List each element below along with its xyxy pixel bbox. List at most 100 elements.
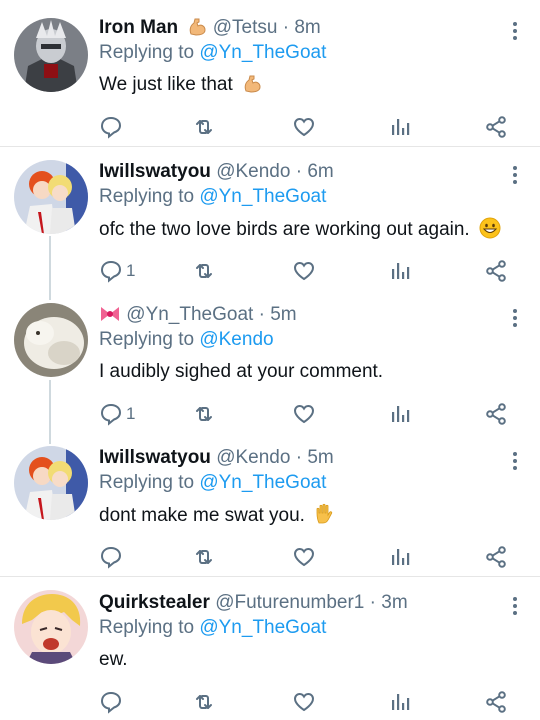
retweet-icon — [196, 264, 212, 278]
user-handle[interactable]: @Kendo — [216, 447, 290, 468]
analytics-icon — [392, 119, 410, 135]
share-icon — [486, 691, 506, 713]
share-button[interactable] — [484, 399, 508, 429]
tweet-header: Iwillswatyou @Kendo · 5m — [99, 446, 334, 470]
tweet[interactable]: Iwillswatyou @Kendo · 6m Replying to @Yn… — [0, 154, 540, 288]
like-button[interactable] — [292, 542, 316, 572]
avatar[interactable] — [14, 446, 88, 520]
timestamp[interactable]: 5m — [307, 447, 333, 468]
timestamp[interactable]: 3m — [381, 592, 407, 613]
tweet-actions — [0, 542, 540, 572]
user-handle[interactable]: @Yn_TheGoat — [126, 304, 253, 325]
display-name[interactable]: Iwillswatyou — [99, 161, 211, 182]
tweet-header: Quirkstealer @Futurenumber1 · 3m — [99, 591, 408, 615]
replying-to-label: Replying to — [99, 42, 200, 63]
replying-to: Replying to @Yn_TheGoat — [99, 471, 326, 495]
tweet[interactable]: Iron Man @Tetsu · 8m Replying to @Yn_The… — [0, 10, 540, 144]
reply-icon — [100, 691, 122, 714]
analytics-button[interactable] — [388, 399, 412, 429]
like-button[interactable] — [292, 687, 316, 717]
timestamp[interactable]: 6m — [307, 161, 333, 182]
avatar[interactable] — [14, 590, 88, 664]
replying-to-mention[interactable]: @Yn_TheGoat — [199, 186, 326, 207]
timestamp[interactable]: 8m — [294, 17, 320, 38]
reply-button[interactable]: 1 — [99, 399, 135, 429]
reply-button[interactable] — [99, 542, 126, 572]
tweet-text-content: dont make me swat you. — [99, 505, 305, 526]
retweet-button[interactable] — [192, 256, 216, 286]
reply-button[interactable]: 1 — [99, 256, 135, 286]
retweet-button[interactable] — [192, 112, 216, 142]
more-options-icon[interactable] — [510, 595, 520, 617]
replying-to: Replying to @Yn_TheGoat — [99, 616, 326, 640]
avatar[interactable] — [14, 160, 88, 234]
analytics-button[interactable] — [388, 542, 412, 572]
tweet[interactable]: Quirkstealer @Futurenumber1 · 3m Replyin… — [0, 585, 540, 720]
replying-to: Replying to @Yn_TheGoat — [99, 41, 326, 65]
replying-to-mention[interactable]: @Yn_TheGoat — [199, 472, 326, 493]
tweet-text-content: ew. — [99, 649, 128, 670]
retweet-icon — [196, 695, 212, 709]
replying-to-mention[interactable]: @Kendo — [199, 329, 273, 350]
tweet-divider — [0, 146, 540, 147]
retweet-icon — [196, 120, 212, 134]
ribbon-icon — [99, 304, 121, 331]
retweet-button[interactable] — [192, 542, 216, 572]
tweet[interactable]: @Yn_TheGoat · 5m Replying to @Kendo I au… — [0, 297, 540, 431]
display-name[interactable]: Iwillswatyou — [99, 447, 211, 468]
separator-dot: · — [258, 304, 265, 325]
reply-button[interactable] — [99, 112, 126, 142]
tweet-text-content: I audibly sighed at your comment. — [99, 361, 384, 382]
display-name[interactable]: Iron Man — [99, 17, 178, 38]
reply-button[interactable] — [99, 687, 126, 717]
fluffy-white-animal-avatar-image — [14, 303, 88, 377]
like-button[interactable] — [292, 399, 316, 429]
retweet-button[interactable] — [192, 399, 216, 429]
user-handle[interactable]: @Tetsu — [213, 17, 278, 38]
blonde-anime-character-avatar-image — [14, 590, 88, 664]
tweet-text: I audibly sighed at your comment. — [99, 360, 383, 384]
tweet-divider — [0, 576, 540, 577]
like-icon — [293, 117, 315, 137]
avatar[interactable] — [14, 18, 88, 92]
replying-to-label: Replying to — [99, 472, 200, 493]
more-options-icon[interactable] — [510, 164, 520, 186]
tweet[interactable]: Iwillswatyou @Kendo · 5m Replying to @Yn… — [0, 440, 540, 574]
analytics-icon — [392, 406, 410, 422]
replying-to-mention[interactable]: @Yn_TheGoat — [199, 617, 326, 638]
more-options-icon[interactable] — [510, 20, 520, 42]
tweet-text-content: ofc the two love birds are working out a… — [99, 219, 470, 240]
tweet-text: We just like that — [99, 73, 262, 101]
timestamp[interactable]: 5m — [270, 304, 296, 325]
armored-figure-avatar-image — [14, 18, 88, 92]
analytics-button[interactable] — [388, 687, 412, 717]
share-icon — [486, 546, 506, 568]
more-options-icon[interactable] — [510, 450, 520, 472]
analytics-button[interactable] — [388, 112, 412, 142]
tweet-header: Iron Man @Tetsu · 8m — [99, 16, 321, 44]
share-icon — [486, 260, 506, 282]
replying-to-mention[interactable]: @Yn_TheGoat — [199, 42, 326, 63]
separator-dot: · — [295, 161, 303, 182]
user-handle[interactable]: @Kendo — [216, 161, 290, 182]
share-button[interactable] — [484, 542, 508, 572]
replying-to-label: Replying to — [99, 329, 200, 350]
retweet-button[interactable] — [192, 687, 216, 717]
analytics-button[interactable] — [388, 256, 412, 286]
replying-to-label: Replying to — [99, 186, 200, 207]
reply-icon — [100, 403, 122, 426]
share-icon — [486, 403, 506, 425]
like-button[interactable] — [292, 256, 316, 286]
share-button[interactable] — [484, 687, 508, 717]
replying-to: Replying to @Yn_TheGoat — [99, 185, 326, 209]
more-options-icon[interactable] — [510, 307, 520, 329]
share-button[interactable] — [484, 112, 508, 142]
replying-to: Replying to @Kendo — [99, 328, 274, 352]
avatar[interactable] — [14, 303, 88, 377]
like-button[interactable] — [292, 112, 316, 142]
replying-to-label: Replying to — [99, 617, 200, 638]
display-name[interactable]: Quirkstealer — [99, 592, 210, 613]
user-handle[interactable]: @Futurenumber1 — [215, 592, 364, 613]
share-button[interactable] — [484, 256, 508, 286]
reply-icon — [100, 546, 122, 569]
